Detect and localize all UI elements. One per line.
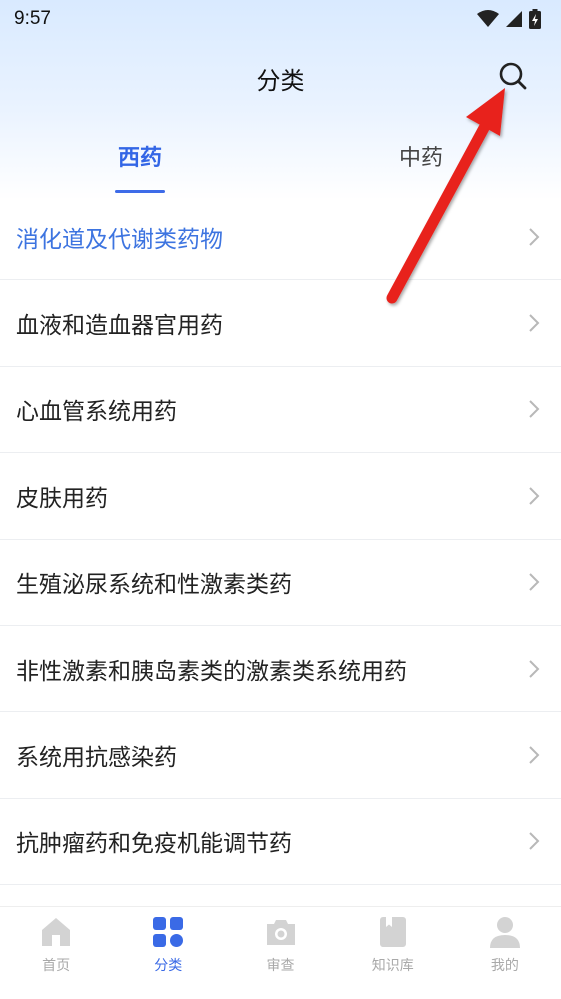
chevron-right-icon (529, 400, 540, 419)
tab-label: 西药 (117, 146, 162, 171)
chevron-right-icon (529, 487, 540, 505)
chevron-right-icon (529, 314, 540, 332)
list-item[interactable]: 生殖泌尿系统和性激素类药 (0, 540, 561, 626)
list-item[interactable]: 非性激素和胰岛素类的激素类系统用药 (0, 626, 561, 713)
category-label: 系统用抗感染药 (16, 745, 177, 772)
category-grid-icon (153, 917, 184, 947)
category-label: 心血管系统用药 (16, 399, 177, 426)
list-item[interactable]: 心血管系统用药 (0, 367, 561, 454)
wifi-icon (477, 10, 499, 27)
status-time: 9:57 (14, 8, 51, 29)
list-item[interactable]: 血液和造血器官用药 (0, 280, 561, 367)
battery-charging-icon (529, 9, 541, 29)
status-bar: 9:57 (0, 0, 561, 38)
signal-icon (506, 11, 522, 27)
medicine-type-tabs: 西药 中药 (0, 128, 561, 194)
nav-item-review[interactable]: 审查 (224, 907, 336, 999)
tab-western-medicine[interactable]: 西药 (60, 128, 220, 194)
home-icon (42, 918, 71, 946)
nav-label: 审查 (266, 958, 295, 974)
search-icon (499, 62, 527, 90)
category-list: 消化道及代谢类药物 血液和造血器官用药 心血管系统用药 皮肤用药 生殖泌尿系统和… (0, 194, 561, 886)
tab-chinese-medicine[interactable]: 中药 (341, 128, 501, 194)
user-icon (489, 917, 520, 948)
tab-label: 中药 (398, 146, 443, 171)
chevron-right-icon (529, 832, 540, 851)
nav-item-knowledge-base[interactable]: 知识库 (337, 907, 449, 999)
chevron-right-icon (529, 659, 540, 678)
list-item[interactable]: 消化道及代谢类药物 (0, 194, 561, 281)
chevron-right-icon (529, 746, 540, 764)
nav-label: 首页 (42, 958, 71, 974)
app-header: 分类 (0, 38, 561, 118)
status-icons (477, 9, 541, 29)
nav-item-profile[interactable]: 我的 (449, 907, 561, 999)
category-label: 血液和造血器官用药 (16, 313, 223, 340)
book-icon (379, 917, 406, 947)
category-label: 皮肤用药 (16, 485, 108, 512)
category-label: 抗肿瘤药和免疫机能调节药 (16, 831, 292, 858)
nav-item-category[interactable]: 分类 (112, 907, 224, 999)
active-tab-indicator (115, 190, 165, 193)
chevron-right-icon (529, 573, 540, 591)
nav-label: 知识库 (371, 958, 414, 974)
camera-scan-icon (266, 920, 295, 945)
nav-label: 我的 (490, 958, 519, 974)
chevron-right-icon (529, 227, 540, 246)
search-button[interactable] (495, 58, 531, 94)
list-item[interactable]: 皮肤用药 (0, 453, 561, 540)
page-title: 分类 (256, 66, 305, 95)
nav-label: 分类 (154, 958, 183, 974)
category-label: 消化道及代谢类药物 (16, 226, 223, 253)
nav-item-home[interactable]: 首页 (0, 907, 112, 999)
list-item[interactable]: 系统用抗感染药 (0, 712, 561, 799)
list-item[interactable]: 抗肿瘤药和免疫机能调节药 (0, 799, 561, 886)
bottom-navigation: 首页 分类 审查 知识库 我的 (0, 906, 561, 999)
category-label: 生殖泌尿系统和性激素类药 (16, 572, 292, 599)
category-label: 非性激素和胰岛素类的激素类系统用药 (16, 658, 407, 685)
